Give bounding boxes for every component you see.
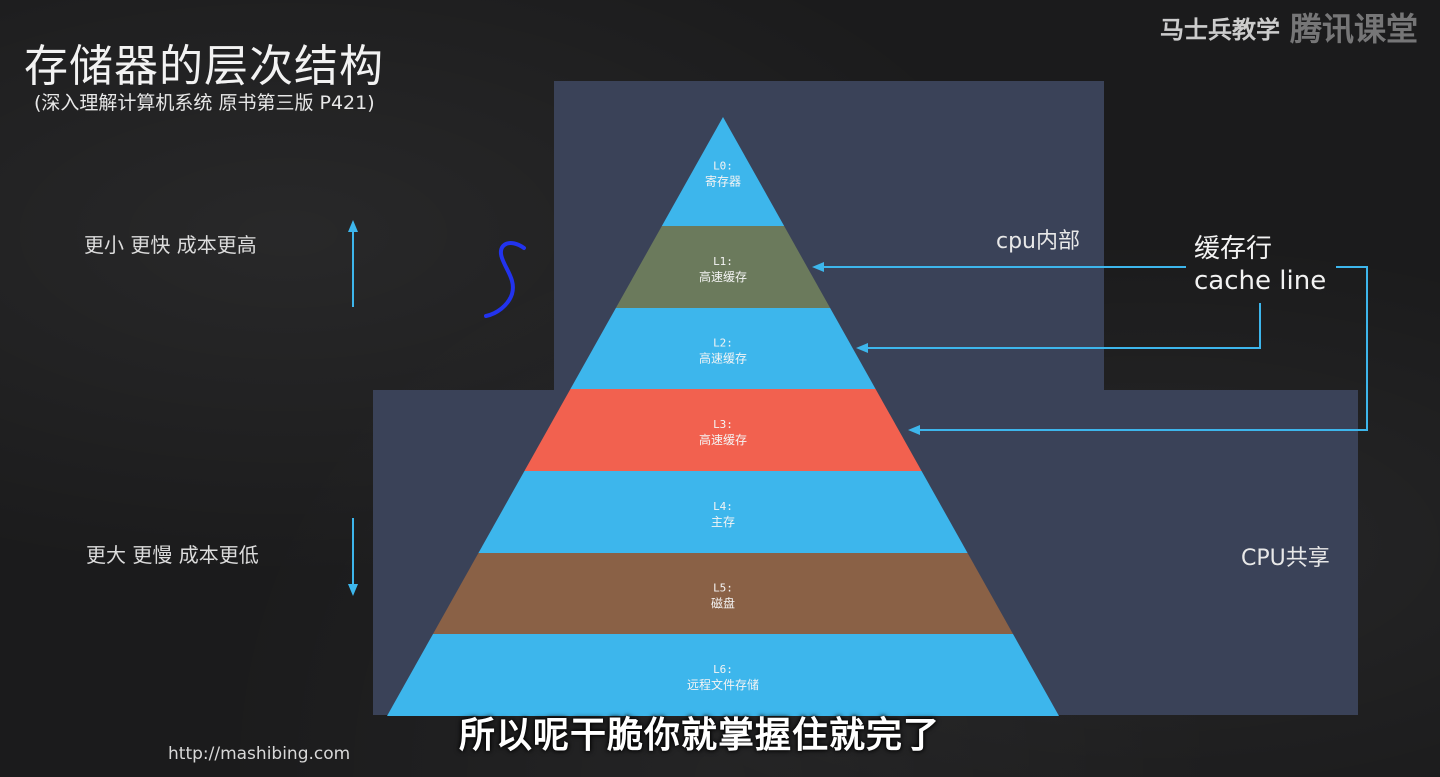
pyramid-level-desc: 磁盘 [711, 596, 735, 611]
region-label-cpu-shared: CPU共享 [1241, 546, 1330, 571]
pyramid-level-desc: 高速缓存 [699, 351, 747, 366]
cache-line-label-en: cache line [1194, 266, 1327, 296]
pyramid-level-desc: 高速缓存 [699, 269, 747, 284]
side-label-slower: 更大 更慢 成本更低 [86, 543, 259, 567]
cache-line-label: 缓存行 cache line [1194, 233, 1326, 297]
pyramid-level-desc: 高速缓存 [699, 432, 747, 447]
footer-url: http://mashibing.com [168, 744, 351, 764]
pyramid-level-desc: 远程文件存储 [687, 677, 759, 692]
pyramid-level-id: L3: [713, 418, 733, 431]
pyramid-level-desc: 寄存器 [705, 174, 741, 189]
pyramid-level-id: L5: [713, 582, 733, 595]
side-arrow-down [348, 518, 358, 596]
video-caption: 所以呢干脆你就掌握住就完了 [459, 715, 941, 756]
region-label-cpu-inside: cpu内部 [996, 229, 1081, 254]
side-label-faster: 更小 更快 成本更高 [84, 233, 257, 257]
side-arrow-up [348, 220, 358, 307]
pyramid-level-desc: 主存 [711, 515, 735, 529]
pyramid-level-id: L0: [713, 160, 733, 173]
pyramid-level-id: L2: [713, 337, 733, 350]
cache-line-label-cn: 缓存行 [1194, 234, 1273, 264]
pyramid-level-id: L1: [713, 255, 733, 268]
pyramid-level-id: L4: [713, 500, 733, 513]
memory-hierarchy-diagram: L0:寄存器L1:高速缓存L2:高速缓存L3:高速缓存L4:主存L5:磁盘L6:… [348, 81, 1368, 716]
hand-drawn-annotation-mark [484, 241, 526, 318]
pyramid-level-id: L6: [713, 663, 733, 676]
